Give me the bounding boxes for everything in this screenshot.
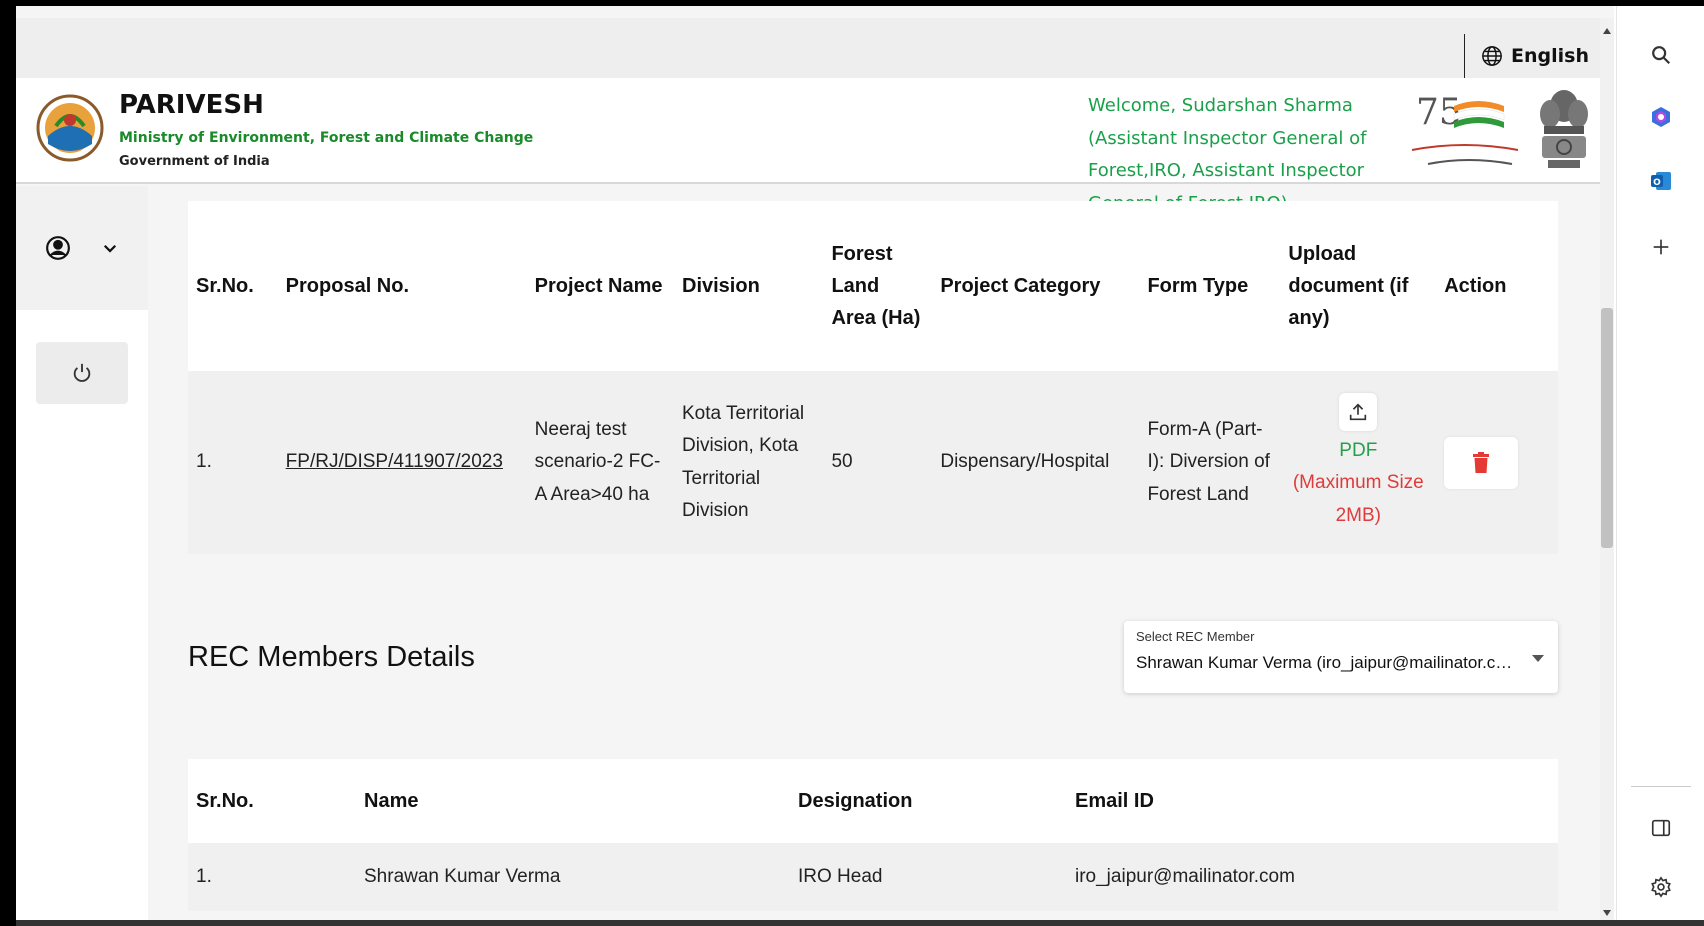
upload-type: PDF [1339,439,1378,461]
language-label: English [1511,45,1589,67]
national-emblem [1540,90,1588,168]
col-division: Division [682,275,760,297]
table-row: 1. Shrawan Kumar Verma IRO Head iro_jaip… [188,843,1558,911]
upload-icon [1350,403,1367,421]
upload-button[interactable] [1339,393,1378,431]
chevron-down-icon[interactable] [101,239,119,257]
search-icon[interactable] [1646,40,1676,70]
azadi-ka-amrit-mahotsav-logo: 75 [1411,92,1519,165]
svg-text:O: O [1653,178,1661,188]
col-name: Name [364,790,419,812]
vertical-scrollbar[interactable] [1600,18,1614,920]
sidebar-toggle-icon[interactable] [1646,813,1676,843]
government-name: Government of India [119,154,270,169]
trash-icon [1473,451,1490,473]
col-sr: Sr.No. [196,275,254,297]
delete-button[interactable] [1444,436,1519,489]
user-menu[interactable] [16,186,148,310]
rail-divider [1631,786,1691,787]
cell-proposal: FP/RJ/DISP/411907/2023 [278,371,527,554]
cell-sr: 1. [196,451,212,473]
browser-side-rail: O [1616,6,1704,920]
copilot-icon[interactable] [1646,102,1676,132]
ministry-name: Ministry of Environment, Forest and Clim… [119,130,534,146]
browser-frame: English PARIVESH Ministry of Environment… [16,6,1704,926]
power-icon [73,363,91,382]
settings-icon[interactable] [1646,872,1676,902]
moefcc-logo [36,94,104,162]
col-designation: Designation [798,790,913,812]
cell-designation: IRO Head [798,865,883,887]
col-project-name: Project Name [534,275,663,297]
col-form-type: Form Type [1147,275,1249,297]
scroll-thumb[interactable] [1601,308,1613,548]
proposal-table: Sr.No. Proposal No. Project Name Divisio… [188,201,1558,554]
rec-select-value: Shrawan Kumar Verma (iro_jaipur@mailinat… [1136,653,1516,672]
plus-icon[interactable] [1646,232,1676,262]
members-table: Sr.No. Name Designation Email ID 1. Shra… [188,759,1558,911]
col-email: Email ID [1075,790,1154,812]
col-forest-area: Forest Land Area (Ha) [831,243,921,329]
cell-form-type: Form-A (Part-I): Diversion of Forest Lan… [1147,418,1270,505]
page-viewport: English PARIVESH Ministry of Environment… [16,6,1614,920]
cell-forest-area: 50 [831,451,853,473]
language-selector[interactable]: English [1464,34,1589,78]
cell-name: Shrawan Kumar Verma [364,865,561,887]
members-table-header: Sr.No. Name Designation Email ID [188,759,1558,843]
cell-action [1436,371,1558,554]
proposal-table-header: Sr.No. Proposal No. Project Name Divisio… [188,201,1558,371]
upload-size-limit: (Maximum Size 2MB) [1292,472,1424,526]
cell-upload: PDF (Maximum Size 2MB) [1280,371,1436,554]
col-upload: Upload document (if any) [1288,243,1409,329]
rec-select-label: Select REC Member [1136,629,1255,644]
cell-division: Kota Territorial Division, Kota Territor… [682,402,805,522]
cell-project-name: Neeraj test scenario-2 FC-A Area>40 ha [534,418,661,505]
col-proposal: Proposal No. [285,275,410,297]
rec-members-title: REC Members Details [188,641,475,673]
cell-category: Dispensary/Hospital [940,451,1110,473]
globe-icon [1482,46,1502,66]
outlook-icon[interactable]: O [1646,166,1676,196]
user-circle-icon [46,236,70,260]
col-sr: Sr.No. [196,790,254,812]
cell-sr: 1. [196,865,212,887]
top-bar: English [16,18,1600,78]
cell-email: iro_jaipur@mailinator.com [1075,865,1295,887]
col-action: Action [1444,275,1507,297]
col-category: Project Category [940,275,1101,297]
rec-member-select[interactable]: Select REC Member Shrawan Kumar Verma (i… [1124,621,1558,693]
site-header: PARIVESH Ministry of Environment, Forest… [16,78,1600,214]
scroll-down-arrow[interactable] [1603,910,1611,916]
brand-title: PARIVESH [119,90,264,120]
scroll-up-arrow[interactable] [1603,28,1611,34]
logout-button[interactable] [36,342,128,404]
window-bottom-edge [16,920,1704,926]
caret-down-icon [1532,655,1544,662]
table-row: 1. FP/RJ/DISP/411907/2023 Neeraj test sc… [188,371,1558,554]
left-sidebar [16,186,148,920]
proposal-link[interactable]: FP/RJ/DISP/411907/2023 [286,451,503,472]
